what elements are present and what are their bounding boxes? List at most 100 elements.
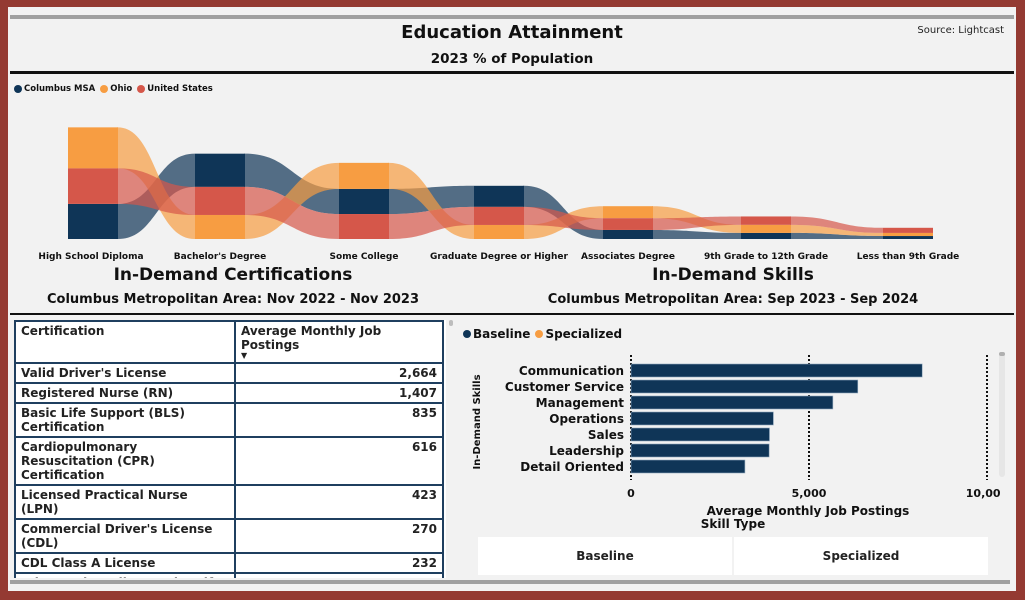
x-tick-label: 5,000 [792, 487, 827, 500]
table-row[interactable]: CDL Class A License 232 [14, 552, 444, 574]
y-category-label: Leadership [549, 444, 624, 458]
y-category-label: Operations [549, 412, 624, 426]
legend-label: Specialized [545, 327, 623, 341]
cell-postings: 2,664 [234, 362, 444, 384]
cell-certification: Cardiopulmonary Resuscitation (CPR) Cert… [14, 436, 236, 486]
ribbon-segment[interactable] [195, 214, 245, 239]
legend-label: Baseline [473, 327, 531, 341]
cell-certification: Basic Life Support (BLS) Certification [14, 402, 236, 438]
category-label: Graduate Degree or Higher [430, 252, 568, 262]
y-category-label: Customer Service [505, 380, 624, 394]
ribbon-segment[interactable] [603, 206, 653, 219]
ribbon-segment[interactable] [883, 232, 933, 237]
cell-postings: 835 [234, 402, 444, 438]
scroll-thumb[interactable] [999, 352, 1005, 356]
legend-item-baseline[interactable]: Baseline [463, 327, 530, 341]
category-label: Some College [330, 252, 399, 262]
legend-item-specialized[interactable]: Specialized [535, 327, 622, 341]
legend-dot-icon [137, 85, 146, 93]
table-row[interactable]: Basic Life Support (BLS) Certification 83… [14, 402, 444, 438]
ribbon-segment[interactable] [883, 236, 933, 239]
ribbon-segment[interactable] [339, 214, 389, 239]
bar-leadership[interactable] [630, 443, 770, 458]
table-row[interactable]: Cardiopulmonary Resuscitation (CPR) Cert… [14, 436, 444, 486]
cell-certification: Licensed Practical Nurse (LPN) [14, 484, 236, 520]
bar-detail-oriented[interactable] [630, 459, 746, 474]
cell-postings: 270 [234, 518, 444, 554]
bottom-divider [10, 580, 1010, 584]
ribbon-segment[interactable] [195, 186, 245, 215]
table-row[interactable]: Advanced Cardiovascular Life230 [14, 572, 444, 578]
table-header-row: Certification Average Monthly Job Postin… [14, 320, 444, 364]
category-label: Bachelor's Degree [174, 252, 266, 262]
bar-communication[interactable] [630, 363, 923, 378]
x-tick-label: 0 [627, 487, 635, 500]
cell-postings: 232 [234, 552, 444, 574]
legend-dot-icon [14, 85, 22, 93]
section-rule [10, 313, 1014, 315]
skill-type-slicer: Baseline Specialized [478, 537, 990, 575]
slicer-option-baseline[interactable]: Baseline [478, 537, 732, 575]
cell-postings: 230 [234, 572, 444, 578]
bar-operations[interactable] [630, 411, 774, 426]
column-header-certification[interactable]: Certification [14, 320, 236, 364]
ribbon-segment[interactable] [474, 185, 524, 207]
page-subtitle: 2023 % of Population [430, 51, 594, 67]
ribbon-segment[interactable] [68, 203, 118, 239]
cell-certification: CDL Class A License [14, 552, 236, 574]
bar-customer-service[interactable] [630, 379, 859, 394]
cell-certification: Commercial Driver's License (CDL) [14, 518, 236, 554]
ribbon-segment[interactable] [741, 232, 791, 239]
legend-item-ohio[interactable]: Ohio [100, 84, 132, 94]
bar-sales[interactable] [630, 427, 770, 442]
header-rule [10, 71, 1014, 74]
ribbon-segment[interactable] [68, 168, 118, 204]
legend-item-us[interactable]: United States [137, 84, 213, 94]
ribbon-segment[interactable] [474, 206, 524, 225]
table-row[interactable]: Registered Nurse (RN) 1,407 [14, 382, 444, 404]
cell-postings: 423 [234, 484, 444, 520]
ribbon-segment[interactable] [883, 227, 933, 233]
slicer-option-specialized[interactable]: Specialized [734, 537, 988, 575]
x-axis-title: Average Monthly Job Postings [707, 504, 910, 517]
sort-descending-icon: ▼ [241, 351, 248, 360]
ribbon-segment[interactable] [339, 188, 389, 215]
ribbon-segment[interactable] [603, 218, 653, 230]
column-header-postings[interactable]: Average Monthly Job Postings ▼ [234, 320, 444, 364]
ribbon-segment[interactable] [741, 224, 791, 233]
cell-postings: 616 [234, 436, 444, 486]
certifications-title: In-Demand Certifications [113, 265, 353, 285]
y-category-label: Management [536, 396, 625, 410]
certifications-table: Certification Average Monthly Job Postin… [14, 320, 446, 578]
skills-subtitle: Columbus Metropolitan Area: Sep 2023 - S… [547, 292, 919, 307]
education-ribbon-chart: High School Diploma Bachelor's Degree Some… [38, 127, 959, 262]
ribbon-segment[interactable] [68, 127, 118, 169]
bar-management[interactable] [630, 395, 834, 410]
ribbon-segment[interactable] [741, 216, 791, 225]
column-header-label: Average Monthly Job Postings [241, 324, 382, 352]
education-legend: Columbus MSA Ohio United States [14, 84, 218, 94]
skills-legend: Baseline Specialized [463, 327, 627, 341]
ribbon-segment[interactable] [339, 162, 389, 189]
table-row[interactable]: Valid Driver's License 2,664 [14, 362, 444, 384]
category-label: 9th Grade to 12th Grade [704, 252, 828, 262]
table-row[interactable]: Commercial Driver's License (CDL) 270 [14, 518, 444, 554]
y-category-label: Detail Oriented [520, 460, 624, 474]
chart-scrollbar[interactable] [999, 352, 1005, 477]
certifications-subtitle: Columbus Metropolitan Area: Nov 2022 - N… [47, 292, 419, 307]
legend-label: Columbus MSA [24, 84, 96, 94]
ribbon-segment[interactable] [195, 153, 245, 187]
x-tick-label: 10,000 [966, 487, 1000, 500]
y-category-label: Communication [519, 364, 624, 378]
ribbon-segment[interactable] [474, 224, 524, 239]
category-label: Associates Degree [581, 252, 675, 262]
legend-item-columbus[interactable]: Columbus MSA [14, 84, 95, 94]
table-scroll-handle[interactable] [449, 320, 453, 326]
top-divider [10, 15, 1014, 19]
y-axis-title: In-Demand Skills [472, 374, 483, 469]
page-title: Education Attainment [401, 22, 623, 43]
ribbon-segment[interactable] [603, 229, 653, 239]
source-label: Source: Lightcast [917, 25, 1004, 36]
table-row[interactable]: Licensed Practical Nurse (LPN) 423 [14, 484, 444, 520]
dashboard-canvas: Education Attainment 2023 % of Populatio… [8, 7, 1016, 591]
